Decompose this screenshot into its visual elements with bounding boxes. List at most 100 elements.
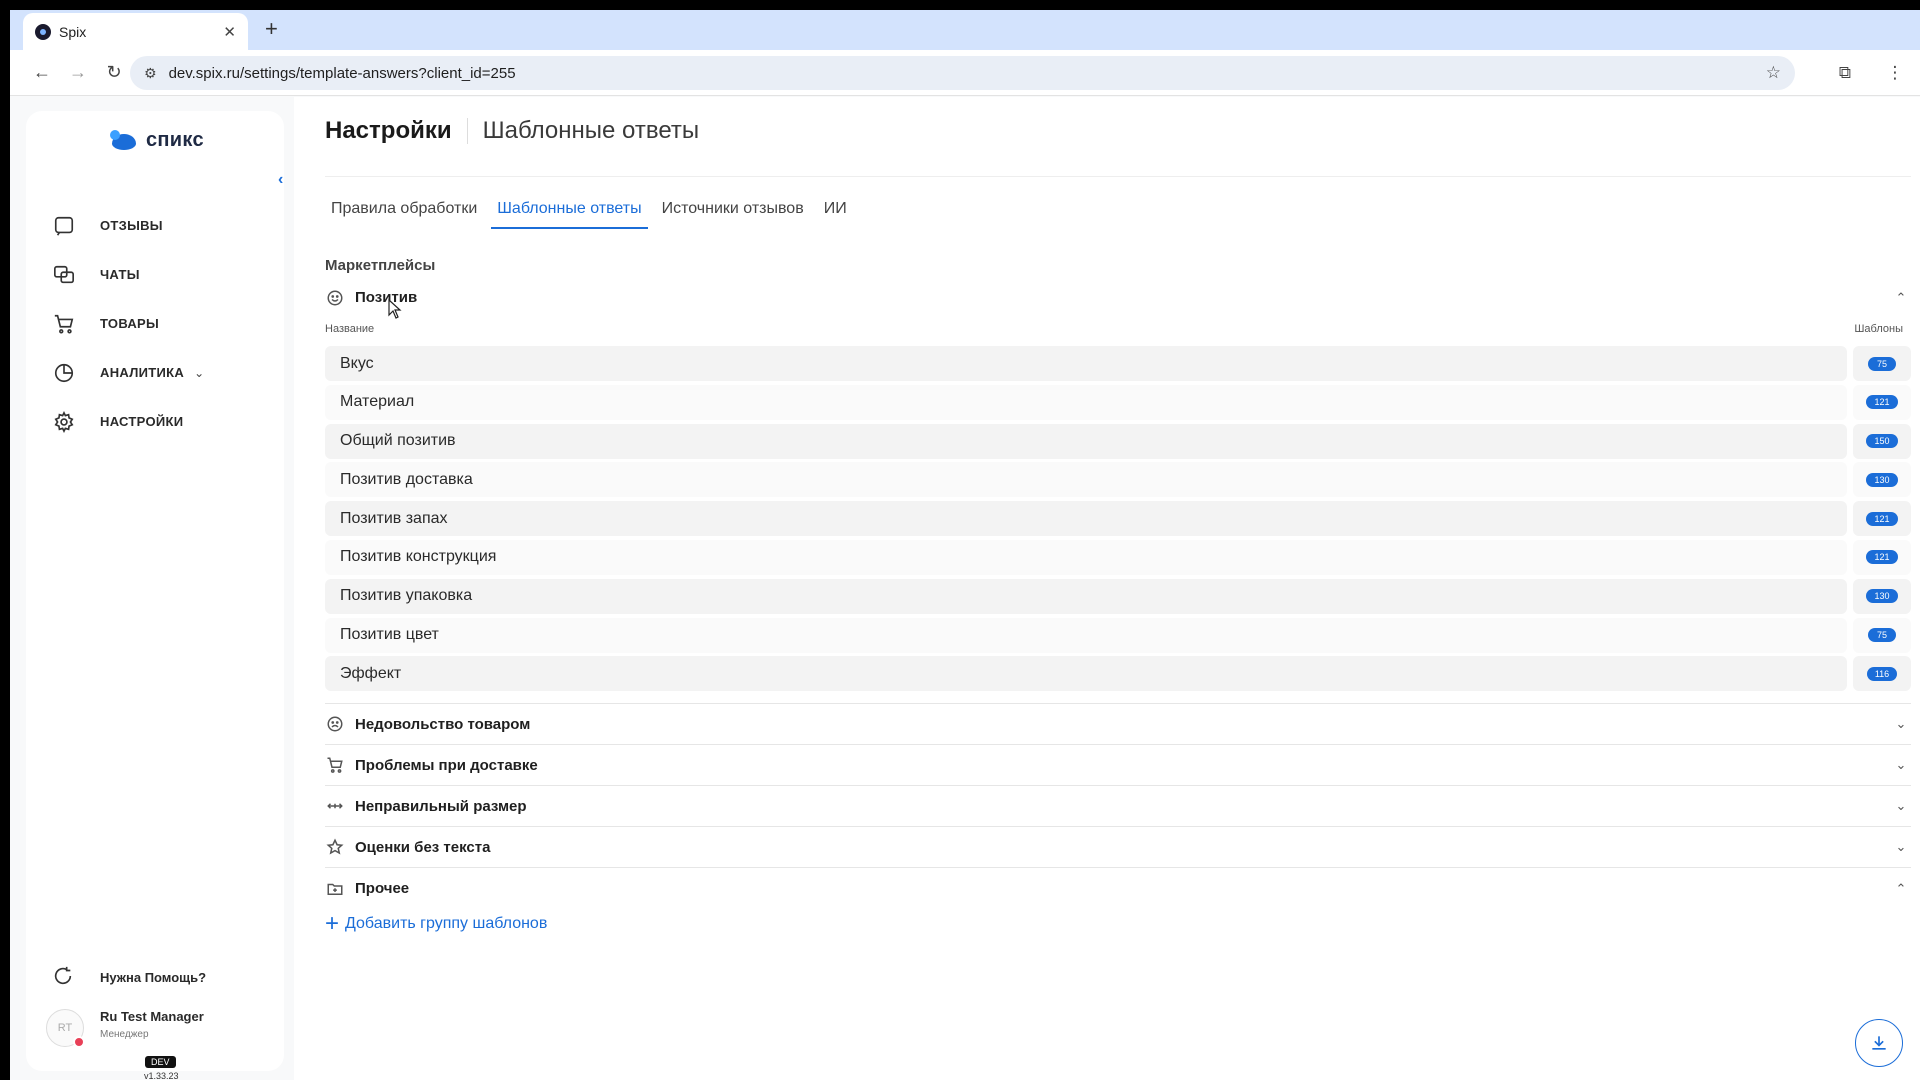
chevron-down-icon[interactable]: ⌄: [1891, 839, 1911, 855]
address-bar[interactable]: ⚙ dev.spix.ru/settings/template-answers?…: [130, 56, 1795, 90]
menu-dots-icon[interactable]: ⋮: [1870, 63, 1920, 83]
resize-arrows-icon: [325, 796, 345, 816]
tab-title: Spix: [59, 23, 87, 40]
table-row[interactable]: Общий позитив 150: [325, 423, 1911, 459]
tab-review-sources[interactable]: Источники отзывов: [656, 189, 810, 229]
chevron-down-icon[interactable]: ⌄: [1891, 798, 1911, 814]
logo[interactable]: спикс: [110, 129, 204, 152]
url-text[interactable]: dev.spix.ru/settings/template-answers?cl…: [169, 65, 1766, 82]
sidebar-item-analytics[interactable]: АНАЛИТИКА ⌄: [26, 348, 284, 397]
row-count: 75: [1853, 617, 1911, 653]
user-name: Ru Test Manager: [100, 1009, 204, 1024]
header-divider-line: [325, 176, 1911, 177]
count-badge: 75: [1868, 356, 1896, 371]
user-profile[interactable]: RT Ru Test Manager Менеджер: [46, 1009, 204, 1048]
browser-toolbar: ← → ↻ ⚙ dev.spix.ru/settings/template-an…: [10, 50, 1920, 96]
template-rows: Вкус 75 Материал 121 Общий позитив 150 Пози…: [325, 346, 1911, 695]
tab-ai[interactable]: ИИ: [818, 189, 853, 229]
table-row[interactable]: Позитив доставка 130: [325, 462, 1911, 498]
frown-icon: [325, 714, 345, 734]
row-name[interactable]: Позитив запах: [325, 501, 1847, 537]
version-label: v1.33.23: [144, 1071, 179, 1080]
group-wrong-size[interactable]: Неправильный размер ⌄: [325, 786, 1911, 827]
avatar[interactable]: RT: [46, 1009, 85, 1048]
table-row[interactable]: Вкус 75: [325, 346, 1911, 381]
table-row[interactable]: Эффект 116: [325, 656, 1911, 692]
table-row[interactable]: Позитив конструкция 121: [325, 539, 1911, 575]
table-row[interactable]: Материал 121: [325, 384, 1911, 420]
group-product-dissatisfaction[interactable]: Недовольство товаром ⌄: [325, 704, 1911, 745]
reload-icon[interactable]: ↻: [96, 62, 132, 83]
main-content: Настройки Шаблонные ответы Правила обраб…: [294, 97, 1920, 1080]
table-row[interactable]: Позитив упаковка 130: [325, 578, 1911, 614]
help-refresh-icon: [52, 965, 76, 989]
sidebar-item-label: ЧАТЫ: [100, 267, 140, 282]
sidebar-item-label: ОТЗЫВЫ: [100, 218, 163, 233]
download-button[interactable]: [1855, 1019, 1903, 1067]
group-delivery-problems[interactable]: Проблемы при доставке ⌄: [325, 745, 1911, 786]
forward-icon[interactable]: →: [60, 62, 96, 83]
back-icon[interactable]: ←: [24, 62, 60, 83]
row-count: 150: [1853, 423, 1911, 459]
collapse-sidebar-icon[interactable]: ‹: [278, 171, 283, 189]
table-row[interactable]: Позитив запах 121: [325, 501, 1911, 537]
group-ratings-without-text[interactable]: Оценки без текста ⌄: [325, 827, 1911, 868]
group-title: Недовольство товаром: [355, 715, 531, 733]
sidebar-item-label: ТОВАРЫ: [100, 316, 160, 331]
help-link[interactable]: Нужна Помощь?: [52, 965, 206, 989]
count-badge: 116: [1866, 666, 1898, 681]
search-tabs-icon[interactable]: ⧉: [1820, 63, 1870, 83]
count-badge: 75: [1868, 628, 1896, 643]
row-count: 130: [1853, 462, 1911, 498]
chevron-down-icon[interactable]: ⌄: [1891, 716, 1911, 732]
row-name[interactable]: Общий позитив: [325, 423, 1847, 459]
count-badge: 130: [1866, 472, 1898, 487]
count-badge: 150: [1866, 434, 1898, 449]
row-count: 121: [1853, 539, 1911, 575]
sidebar-nav: ОТЗЫВЫ ЧАТЫ ТОВАРЫ АНАЛИТИКА ⌄ НАСТРОЙКИ: [26, 201, 284, 446]
row-name[interactable]: Позитив конструкция: [325, 539, 1847, 575]
sidebar-item-chats[interactable]: ЧАТЫ: [26, 250, 284, 299]
pie-chart-icon: [52, 361, 76, 385]
sidebar-item-settings[interactable]: НАСТРОЙКИ: [26, 397, 284, 446]
user-role: Менеджер: [100, 1029, 149, 1040]
chevron-down-icon[interactable]: ⌄: [1891, 757, 1911, 773]
browser-tab[interactable]: Spix ✕: [23, 13, 248, 50]
group-other[interactable]: Прочее ⌃: [325, 868, 1911, 909]
tab-processing-rules[interactable]: Правила обработки: [325, 189, 483, 229]
sidebar-item-label: АНАЛИТИКА: [100, 365, 185, 380]
count-badge: 121: [1866, 511, 1898, 526]
group-title: Неправильный размер: [355, 797, 527, 815]
new-tab-button[interactable]: +: [265, 18, 278, 40]
mouse-cursor-icon: [388, 299, 402, 319]
chat-bubble-icon: [52, 214, 76, 238]
bookmark-star-icon[interactable]: ☆: [1766, 63, 1781, 83]
chevron-down-icon[interactable]: ⌄: [194, 366, 204, 380]
row-name[interactable]: Материал: [325, 384, 1847, 420]
row-name[interactable]: Позитив доставка: [325, 462, 1847, 498]
row-count: 121: [1853, 384, 1911, 420]
tab-template-answers[interactable]: Шаблонные ответы: [491, 189, 648, 229]
chevron-up-icon[interactable]: ⌃: [1891, 881, 1911, 897]
site-settings-icon[interactable]: ⚙: [144, 65, 157, 82]
group-positive[interactable]: Позитив ⌃: [325, 277, 1911, 318]
sidebar-item-label: НАСТРОЙКИ: [100, 414, 184, 429]
sidebar-item-reviews[interactable]: ОТЗЫВЫ: [26, 201, 284, 250]
sidebar-item-products[interactable]: ТОВАРЫ: [26, 299, 284, 348]
close-tab-icon[interactable]: ✕: [223, 23, 236, 41]
group-title: Проблемы при доставке: [355, 756, 538, 774]
add-group-label: Добавить группу шаблонов: [345, 915, 548, 932]
add-template-group-button[interactable]: + Добавить группу шаблонов: [325, 912, 548, 936]
sidebar: спикс ‹ ОТЗЫВЫ ЧАТЫ ТОВАРЫ АНАЛИТИКА ⌄ Н…: [26, 111, 284, 1080]
gear-icon: [52, 410, 76, 434]
chevron-up-icon[interactable]: ⌃: [1891, 290, 1911, 306]
avatar-initials: RT: [57, 1022, 73, 1034]
row-name[interactable]: Позитив упаковка: [325, 578, 1847, 614]
help-label: Нужна Помощь?: [100, 969, 207, 985]
tab-strip: Spix ✕ +: [10, 10, 1920, 50]
folder-plus-icon: [325, 879, 345, 899]
row-name[interactable]: Эффект: [325, 656, 1847, 692]
table-row[interactable]: Позитив цвет 75: [325, 617, 1911, 653]
row-name[interactable]: Позитив цвет: [325, 617, 1847, 653]
row-name[interactable]: Вкус: [325, 346, 1847, 381]
